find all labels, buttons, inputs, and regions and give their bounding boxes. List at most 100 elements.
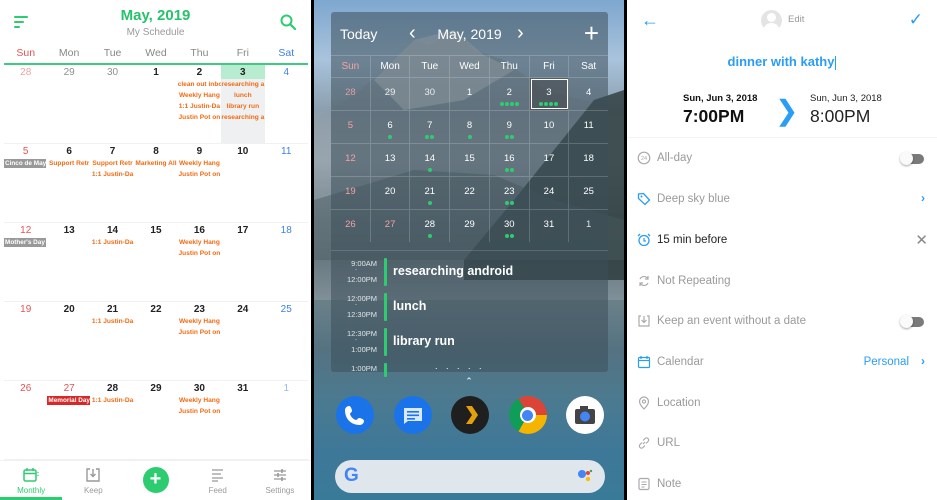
day-cell[interactable]: 20 xyxy=(47,302,90,380)
widget-day-cell[interactable]: 30 xyxy=(490,210,530,242)
widget-day-cell[interactable]: 13 xyxy=(371,144,411,176)
add-event-icon[interactable]: + xyxy=(584,18,599,49)
widget-day-cell[interactable]: 24 xyxy=(530,177,570,209)
event-label[interactable]: researching a xyxy=(221,112,264,123)
widget-day-cell[interactable]: 31 xyxy=(530,210,570,242)
widget-day-cell[interactable]: 28 xyxy=(410,210,451,242)
day-cell[interactable]: 25 xyxy=(265,302,308,380)
day-cell[interactable]: 22 xyxy=(134,302,177,380)
day-cell[interactable]: 31 xyxy=(221,381,264,459)
phone-app-icon[interactable] xyxy=(336,396,374,434)
event-label[interactable]: researching a xyxy=(221,79,264,90)
widget-day-cell[interactable]: 8 xyxy=(450,111,490,143)
day-cell[interactable]: 5 Cinco de Mayo xyxy=(4,144,47,222)
day-cell[interactable]: 30 xyxy=(91,65,134,143)
event-label[interactable]: 1:1 Justin-Da xyxy=(91,237,134,248)
day-cell[interactable]: 1 xyxy=(134,65,177,143)
event-label[interactable]: 1:1 Justin-Da xyxy=(91,316,134,327)
color-row[interactable]: Deep sky blue › xyxy=(627,179,937,219)
event-label[interactable]: lunch xyxy=(221,90,264,101)
calendar-row[interactable]: Calendar Personal › xyxy=(627,342,937,382)
day-cell[interactable]: 1 xyxy=(265,381,308,459)
agenda-item[interactable]: 9:00AM - 12:00PM researching android xyxy=(331,257,608,291)
day-cell[interactable]: 29 xyxy=(47,65,90,143)
widget-day-cell[interactable]: 22 xyxy=(450,177,490,209)
widget-day-cell[interactable]: 6 xyxy=(371,111,411,143)
widget-day-cell[interactable]: 5 xyxy=(331,111,371,143)
day-cell[interactable]: 9 Weekly Hang Justin Pot on xyxy=(178,144,221,222)
widget-day-cell[interactable]: 2 xyxy=(490,78,530,110)
nav-item-add[interactable]: + xyxy=(124,461,186,500)
widget-day-cell[interactable]: 29 xyxy=(450,210,490,242)
day-cell[interactable]: 3 researching a lunch library run researchin… xyxy=(221,65,265,143)
day-cell[interactable]: 2clean out inboxWeekly Hang1:1 Justin-Da… xyxy=(178,65,221,143)
widget-day-cell[interactable]: 29 xyxy=(371,78,411,110)
search-icon[interactable] xyxy=(280,14,296,30)
widget-day-cell[interactable]: 18 xyxy=(569,144,608,176)
day-cell[interactable]: 13 xyxy=(47,223,90,301)
event-label[interactable]: Weekly Hang xyxy=(178,90,221,101)
day-cell[interactable]: 11 xyxy=(265,144,308,222)
add-icon[interactable]: + xyxy=(142,467,169,493)
calendar-value[interactable]: Personal xyxy=(864,356,909,368)
event-label[interactable]: clean out inbox xyxy=(178,79,221,90)
next-month-icon[interactable]: › xyxy=(517,22,524,45)
widget-day-cell[interactable]: 15 xyxy=(450,144,490,176)
widget-day-cell[interactable]: 3 xyxy=(529,78,570,110)
day-cell[interactable]: 30 Weekly Hang Justin Pot on xyxy=(178,381,221,459)
event-label[interactable]: Weekly Hang xyxy=(178,316,221,327)
google-search-bar[interactable]: G xyxy=(335,460,605,493)
day-cell[interactable]: 26 xyxy=(4,381,47,459)
widget-day-cell[interactable]: 30 xyxy=(410,78,451,110)
assistant-icon[interactable] xyxy=(577,468,593,484)
event-label[interactable]: Support Retr xyxy=(91,158,134,169)
widget-day-cell[interactable]: 4 xyxy=(569,78,608,110)
plex-app-icon[interactable] xyxy=(451,396,489,434)
nav-item-keep[interactable]: Keep xyxy=(62,461,124,500)
widget-day-cell[interactable]: 7 xyxy=(410,111,451,143)
remove-reminder-icon[interactable]: ✕ xyxy=(915,231,928,249)
event-label[interactable]: Justin Pot on xyxy=(178,327,221,338)
widget-day-cell[interactable]: 25 xyxy=(569,177,608,209)
keep-toggle[interactable] xyxy=(900,315,924,328)
widget-day-cell[interactable]: 21 xyxy=(410,177,451,209)
day-cell[interactable]: 28 xyxy=(4,65,47,143)
day-cell[interactable]: 29 xyxy=(134,381,177,459)
widget-day-cell[interactable]: 12 xyxy=(331,144,371,176)
note-row[interactable]: Note xyxy=(627,464,937,500)
month-title[interactable]: May, 2019 xyxy=(0,7,311,24)
app-drawer-up-icon[interactable]: ⌃ xyxy=(314,376,624,387)
widget-day-cell[interactable]: 27 xyxy=(371,210,411,242)
event-label[interactable]: Support Retr xyxy=(47,158,90,169)
location-row[interactable]: Location xyxy=(627,383,937,423)
start-time[interactable]: 7:00PM xyxy=(683,106,744,127)
day-cell[interactable]: 17 xyxy=(221,223,264,301)
day-cell[interactable]: 18 xyxy=(265,223,308,301)
widget-day-cell[interactable]: 11 xyxy=(569,111,608,143)
nav-item-settings[interactable]: Settings xyxy=(249,461,311,500)
event-label[interactable]: Weekly Hang xyxy=(178,395,221,406)
day-cell[interactable]: 16 Weekly Hang Justin Pot on xyxy=(178,223,221,301)
event-label[interactable]: Weekly Hang xyxy=(178,158,221,169)
avatar[interactable] xyxy=(761,10,782,31)
day-cell[interactable]: 19 xyxy=(4,302,47,380)
chrome-app-icon[interactable] xyxy=(508,396,547,434)
event-title-input[interactable]: dinner with kathy xyxy=(627,54,937,70)
event-label[interactable]: Marketing All xyxy=(134,158,177,169)
repeat-row[interactable]: Not Repeating xyxy=(627,261,937,301)
day-cell[interactable]: 21 1:1 Justin-Da xyxy=(91,302,134,380)
nav-item-feed[interactable]: Feed xyxy=(187,461,249,500)
back-arrow-icon[interactable]: ← xyxy=(641,10,659,31)
event-label[interactable]: Justin Pot on xyxy=(178,169,221,180)
event-label[interactable]: Weekly Hang xyxy=(178,237,221,248)
camera-app-icon[interactable] xyxy=(566,396,604,434)
agenda-item[interactable]: 12:30PM - 1:00PM library run xyxy=(331,327,608,361)
day-cell[interactable]: 28 1:1 Justin-Da xyxy=(91,381,134,459)
allday-toggle[interactable] xyxy=(900,152,924,165)
day-cell[interactable]: 24 xyxy=(221,302,264,380)
start-date[interactable]: Sun, Jun 3, 2018 xyxy=(683,93,757,104)
widget-day-cell[interactable]: 20 xyxy=(371,177,411,209)
day-cell[interactable]: 12 Mother's Day xyxy=(4,223,47,301)
keep-row[interactable]: Keep an event without a date xyxy=(627,301,937,341)
day-cell[interactable]: 27 Memorial Day xyxy=(47,381,90,459)
